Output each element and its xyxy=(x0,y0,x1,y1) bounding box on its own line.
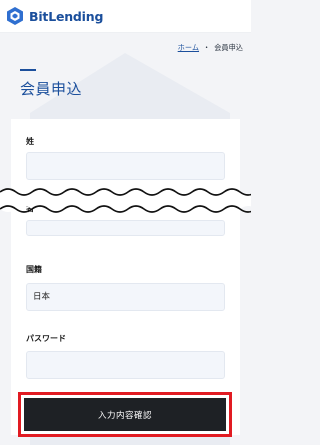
confirm-input-button[interactable]: 入力内容確認 xyxy=(24,398,226,431)
breadcrumb-separator: ・ xyxy=(203,43,211,52)
screenshot-tear-divider xyxy=(0,188,251,213)
breadcrumb-home-link[interactable]: ホーム xyxy=(178,43,199,53)
country-label: 国籍 xyxy=(26,265,42,274)
password-input[interactable] xyxy=(26,351,225,379)
country-select[interactable]: 日本 xyxy=(26,283,225,311)
last-name-input[interactable] xyxy=(26,152,225,180)
submit-highlight-frame: 入力内容確認 xyxy=(18,392,232,437)
first-name-input[interactable] xyxy=(26,220,225,236)
page-title: 会員申込 xyxy=(20,80,83,98)
breadcrumb-current: 会員申込 xyxy=(214,43,243,52)
breadcrumb: ホーム ・ 会員申込 xyxy=(178,43,243,53)
last-name-label: 姓 xyxy=(26,137,34,146)
bitlending-logo-icon xyxy=(7,7,23,25)
password-label: パスワード xyxy=(26,334,66,343)
app-header: BitLending xyxy=(0,0,251,33)
title-accent-line xyxy=(20,69,36,71)
brand-name[interactable]: BitLending xyxy=(29,9,103,24)
